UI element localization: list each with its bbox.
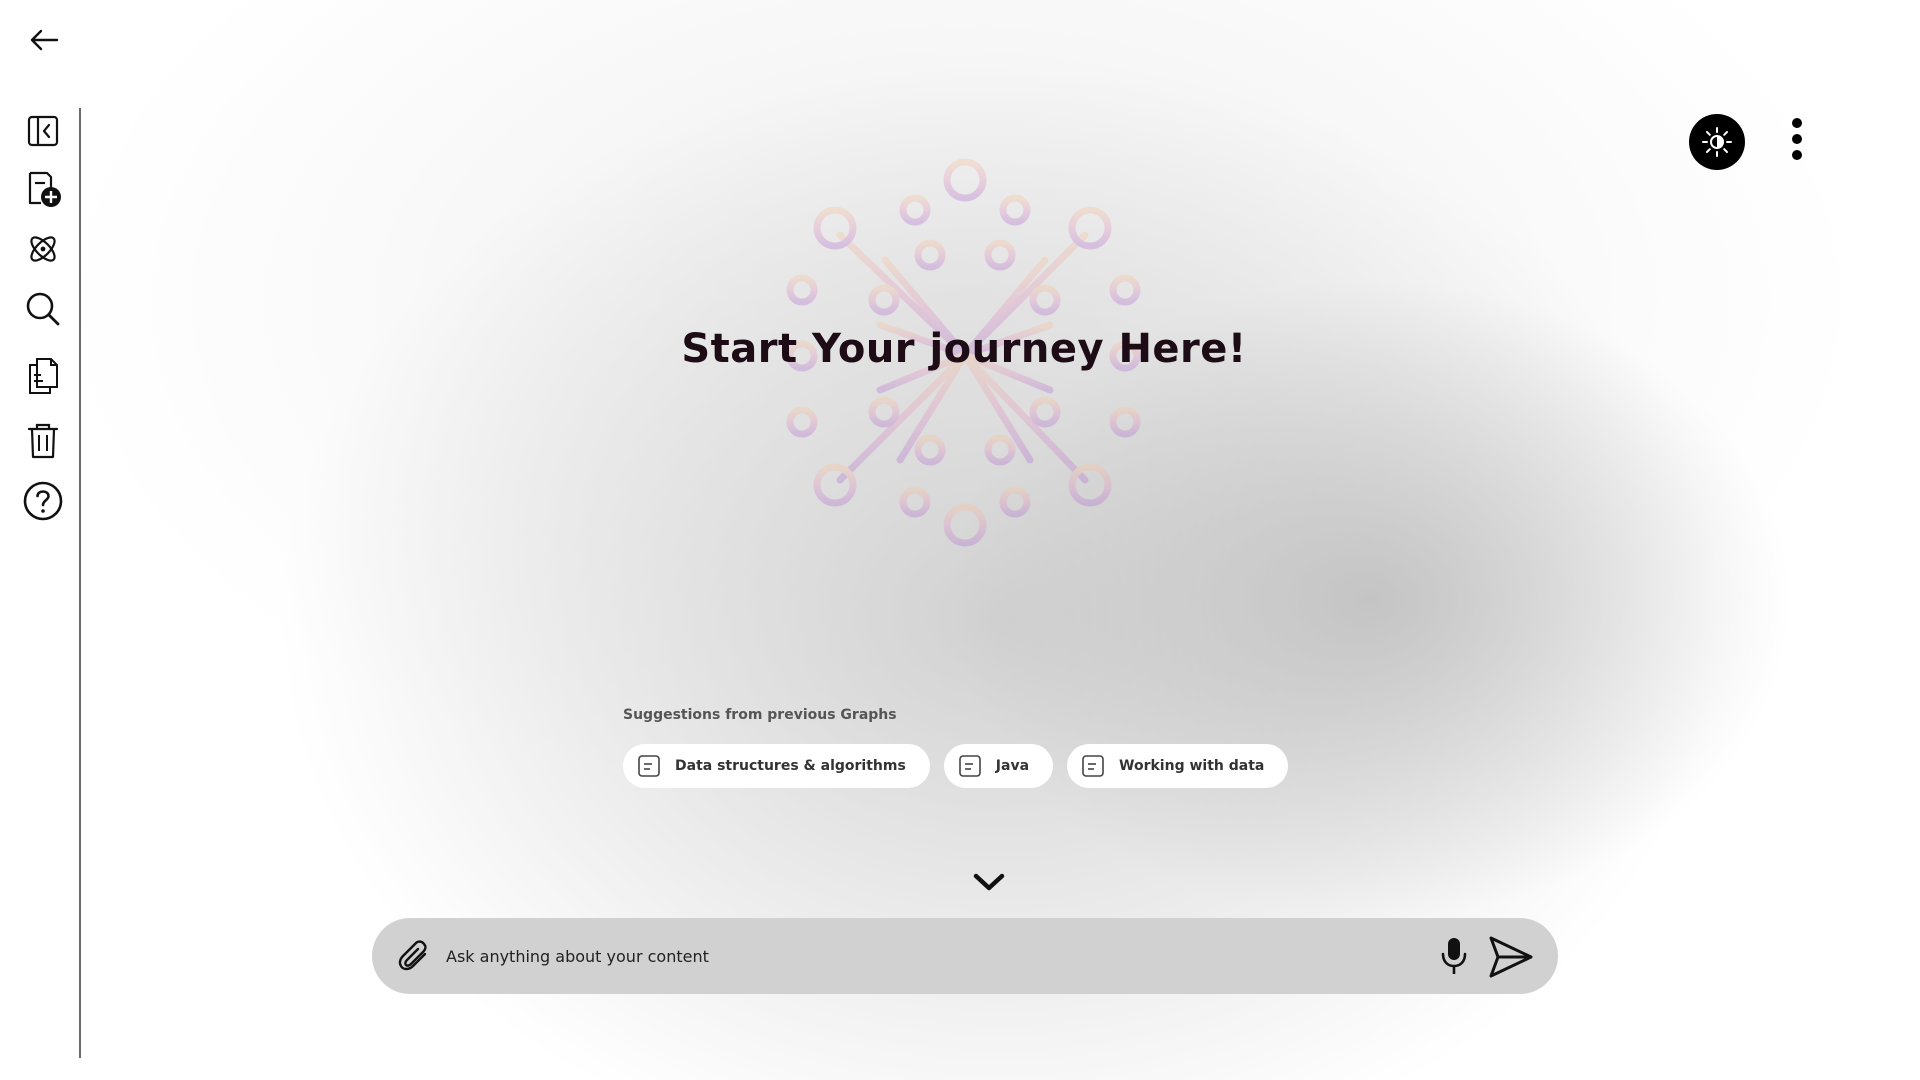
document-icon [1081, 754, 1105, 778]
sidebar-divider [79, 108, 81, 1058]
theme-toggle-button[interactable] [1689, 114, 1745, 170]
file-plus-icon [28, 171, 61, 207]
sidebar-trash-button[interactable] [20, 418, 66, 464]
sidebar-new-document-button[interactable] [20, 166, 66, 212]
help-circle-icon [23, 481, 63, 521]
suggestion-chip[interactable]: Data structures & algorithms [623, 744, 930, 788]
suggestion-chips: Data structures & algorithms Java Workin… [623, 744, 1289, 788]
paperclip-icon [398, 940, 427, 971]
more-dot [1792, 134, 1802, 144]
suggestion-chip-label: Working with data [1119, 758, 1265, 774]
microphone-button[interactable] [1434, 934, 1474, 978]
more-dot [1792, 150, 1802, 160]
document-icon [958, 754, 982, 778]
atom-icon [30, 236, 56, 262]
brightness-icon [1702, 127, 1732, 157]
sidebar-collapse-button[interactable] [20, 108, 66, 154]
back-button[interactable] [26, 22, 62, 58]
panel-collapse-icon [27, 115, 59, 147]
trash-icon [27, 423, 59, 459]
scroll-down-button[interactable] [969, 868, 1009, 896]
more-options-button[interactable] [1780, 116, 1814, 162]
send-button[interactable] [1486, 932, 1536, 982]
suggestion-chip[interactable]: Working with data [1067, 744, 1289, 788]
sidebar-graph-button[interactable] [20, 226, 66, 272]
arrow-left-icon [30, 29, 59, 51]
search-icon [26, 292, 60, 326]
chevron-down-icon [973, 873, 1005, 891]
send-icon [1489, 936, 1533, 978]
more-dot [1792, 118, 1802, 128]
microphone-icon [1441, 938, 1467, 974]
chat-composer [372, 918, 1558, 994]
suggestions-label: Suggestions from previous Graphs [623, 707, 897, 723]
page-title: Start Your journey Here! [681, 326, 1247, 372]
suggestion-chip[interactable]: Java [943, 744, 1054, 788]
sidebar-help-button[interactable] [20, 478, 66, 524]
chat-input[interactable] [446, 936, 1406, 976]
attach-button[interactable] [394, 936, 434, 976]
document-icon [637, 754, 661, 778]
suggestion-chip-label: Data structures & algorithms [675, 758, 906, 774]
suggestion-chip-label: Java [995, 758, 1030, 774]
